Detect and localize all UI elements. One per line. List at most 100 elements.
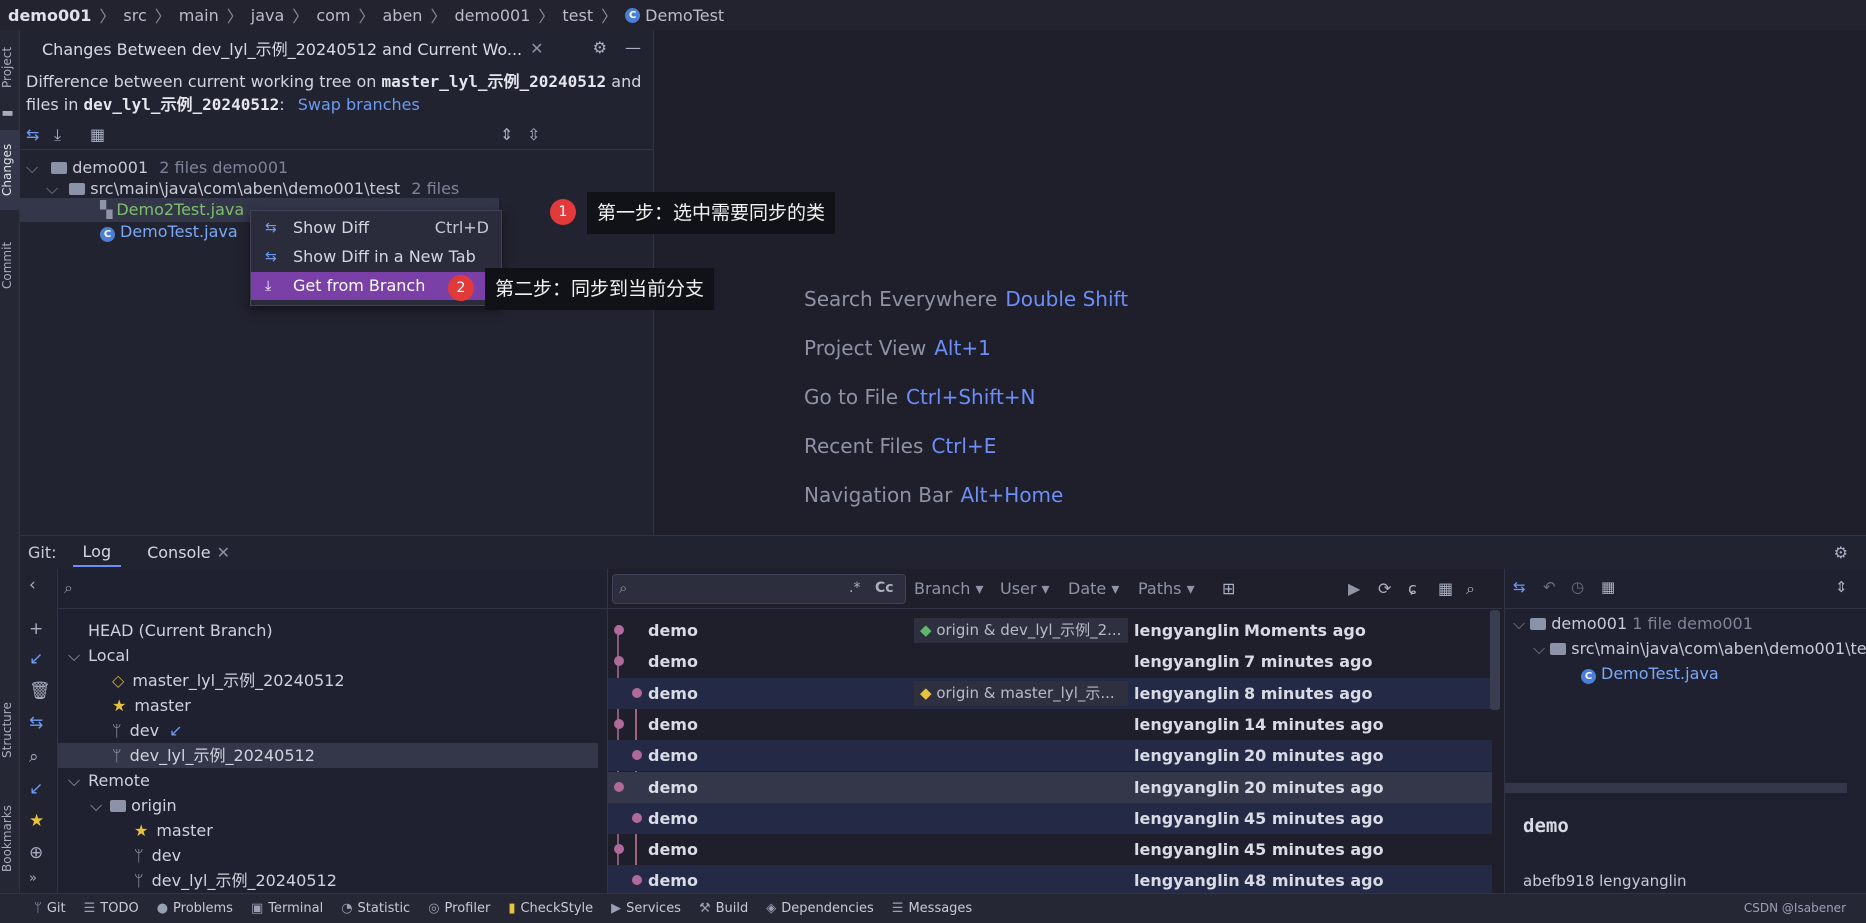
search-icon[interactable]: ⌕ <box>29 747 39 767</box>
statusbar-dependencies[interactable]: ◈ Dependencies <box>766 901 874 916</box>
side-tab-structure[interactable]: Structure <box>0 685 20 775</box>
side-tab-bookmarks[interactable]: Bookmarks <box>0 790 20 886</box>
branch-remote-dev[interactable]: ᛘ dev <box>134 843 181 868</box>
statusbar-profiler[interactable]: ◎ Profiler <box>428 901 490 916</box>
branch-head[interactable]: HEAD (Current Branch) <box>88 618 273 643</box>
side-tab-commit[interactable]: Commit <box>0 230 20 300</box>
download-icon[interactable]: ⤓ <box>54 125 61 145</box>
paths-filter[interactable]: Paths ▾ <box>1138 579 1195 598</box>
refresh-icon[interactable]: ⟳ <box>1378 579 1391 598</box>
statusbar-messages[interactable]: ☰ Messages <box>892 901 972 916</box>
search-icon[interactable]: ⌕ <box>1466 579 1475 599</box>
show-diff-icon[interactable]: ⇆ <box>26 125 39 144</box>
branch-local-dev[interactable]: ᛘ dev ↙ <box>112 718 182 743</box>
branch-remote-dev-lyl[interactable]: ᛘ dev_lyl_示例_20240512 <box>134 868 337 893</box>
breadcrumb-main[interactable]: main <box>179 6 219 25</box>
tree-root-label: demo001 <box>1551 614 1628 633</box>
details-splitter[interactable] <box>1505 783 1847 793</box>
statusbar-checkstyle[interactable]: ▮ CheckStyle <box>508 901 593 916</box>
branch-remote-master[interactable]: ★ master <box>134 818 213 843</box>
fetch-icon[interactable]: ↙ <box>29 779 43 799</box>
java-class-icon: C <box>625 7 641 23</box>
swap-branches-link[interactable]: Swap branches <box>298 95 420 114</box>
collapse-all-icon[interactable]: ⇳ <box>527 125 540 144</box>
target-icon[interactable]: ⊕ <box>29 843 43 863</box>
menu-item-show-diff-new-tab[interactable]: ⇆ Show Diff in a New Tab <box>251 243 501 271</box>
branch-group-remote[interactable]: ⌵ Remote <box>68 768 150 793</box>
group-by-icon[interactable]: ▦ <box>90 125 105 144</box>
commit-row[interactable]: demo lengyanglin 7 minutes ago <box>608 646 1492 677</box>
revert-icon[interactable]: ↶ <box>1543 578 1556 596</box>
details-file-node[interactable]: C DemoTest.java <box>1581 661 1719 686</box>
more-icon[interactable]: » <box>29 871 37 886</box>
commit-row[interactable]: demo lengyanglin 20 minutes ago <box>608 740 1492 771</box>
commit-row[interactable]: demo lengyanglin 20 minutes ago <box>608 772 1492 803</box>
commit-row[interactable]: demo lengyanglin 45 minutes ago <box>608 834 1492 865</box>
branch-label: dev <box>151 846 182 865</box>
tab-console[interactable]: Console ✕ <box>137 539 240 566</box>
close-icon[interactable]: ✕ <box>530 39 543 58</box>
update-icon[interactable]: ↙ <box>29 649 43 669</box>
group-icon[interactable]: ▦ <box>1438 579 1453 598</box>
cherry-pick-icon[interactable]: ɕ <box>1408 579 1417 598</box>
date-filter[interactable]: Date ▾ <box>1068 579 1119 598</box>
branch-local-master-lyl[interactable]: ◇ master_lyl_示例_20240512 <box>112 668 345 693</box>
regex-toggle[interactable]: .* <box>849 580 860 596</box>
changes-panel-title[interactable]: Changes Between dev_lyl_示例_20240512 and … <box>42 36 522 60</box>
statusbar-todo[interactable]: ☰ TODO <box>84 901 139 916</box>
breadcrumb-aben[interactable]: aben <box>383 6 423 25</box>
breadcrumb-demo001[interactable]: demo001 <box>454 6 530 25</box>
tree-file-demotest[interactable]: C DemoTest.java <box>100 220 238 244</box>
match-case-toggle[interactable]: Cc <box>875 580 894 596</box>
delete-icon[interactable]: 🗑 <box>29 681 51 701</box>
history-icon[interactable]: ◷ <box>1571 578 1584 596</box>
menu-item-show-diff[interactable]: ⇆ Show Diff Ctrl+D <box>251 214 501 242</box>
statusbar-terminal[interactable]: ▣ Terminal <box>251 901 323 916</box>
compare-icon[interactable]: ⇆ <box>29 713 43 733</box>
breadcrumb-project[interactable]: demo001 <box>8 6 91 25</box>
details-folder-node[interactable]: ⌵ src\main\java\com\aben\demo001\te <box>1533 636 1866 661</box>
breadcrumb-src[interactable]: src <box>123 6 146 25</box>
expand-all-icon[interactable]: ⇕ <box>500 125 513 144</box>
branch-filter[interactable]: Branch ▾ <box>914 579 984 598</box>
commit-row[interactable]: demo lengyanglin 45 minutes ago <box>608 803 1492 834</box>
favorite-icon[interactable]: ★ <box>29 811 44 831</box>
branch-group-local[interactable]: ⌵ Local <box>68 643 130 668</box>
branch-local-master[interactable]: ★ master <box>112 693 191 718</box>
group-by-icon[interactable]: ▦ <box>1601 578 1615 596</box>
statusbar-statistic[interactable]: ◔ Statistic <box>341 901 410 916</box>
commit-row[interactable]: demo ◆ origin & master_lyl_示... lengyangli… <box>608 678 1492 709</box>
new-tab-icon[interactable]: ⊞ <box>1222 579 1235 598</box>
gear-icon[interactable]: ⚙ <box>1834 543 1848 562</box>
statusbar-git[interactable]: ᛘ Git <box>34 901 66 916</box>
close-icon[interactable]: ✕ <box>217 543 230 562</box>
details-root-node[interactable]: ⌵ demo001 1 file demo001 <box>1513 611 1753 636</box>
commit-row[interactable]: demo ◆ origin & dev_lyl_示例_2... lengyangli… <box>608 615 1492 646</box>
scrollbar[interactable] <box>1490 610 1500 710</box>
breadcrumb-java[interactable]: java <box>251 6 285 25</box>
branch-local-dev-lyl[interactable]: ᛘ dev_lyl_示例_20240512 <box>58 743 598 768</box>
statusbar-services[interactable]: ▶ Services <box>611 901 681 916</box>
diff-icon[interactable]: ⇆ <box>1513 578 1526 596</box>
filter-label: Branch <box>914 579 971 598</box>
user-filter[interactable]: User ▾ <box>1000 579 1050 598</box>
commit-row[interactable]: demo lengyanglin 48 minutes ago <box>608 865 1492 896</box>
minimize-icon[interactable]: — <box>625 38 641 57</box>
side-tab-project[interactable]: Project <box>0 36 20 98</box>
commit-row[interactable]: demo lengyanglin 14 minutes ago <box>608 709 1492 740</box>
run-icon[interactable]: ▶ <box>1348 579 1360 598</box>
statusbar-build[interactable]: ⚒ Build <box>699 901 748 916</box>
side-tab-changes[interactable]: Changes <box>0 130 20 210</box>
breadcrumb-class[interactable]: DemoTest <box>645 6 724 25</box>
breadcrumb-com[interactable]: com <box>316 6 350 25</box>
expand-all-icon[interactable]: ⇕ <box>1835 578 1848 596</box>
breadcrumb-test[interactable]: test <box>562 6 593 25</box>
statusbar-problems[interactable]: ● Problems <box>157 901 233 916</box>
branches-search[interactable]: ⌕ <box>58 569 607 609</box>
back-icon[interactable]: ‹ <box>29 575 36 595</box>
tab-log[interactable]: Log <box>72 538 122 567</box>
log-search-input[interactable]: ⌕ .* Cc <box>612 574 906 604</box>
branch-group-origin[interactable]: ⌵ origin <box>90 793 177 818</box>
add-branch-icon[interactable]: + <box>29 619 43 639</box>
gear-icon[interactable]: ⚙ <box>593 38 607 57</box>
